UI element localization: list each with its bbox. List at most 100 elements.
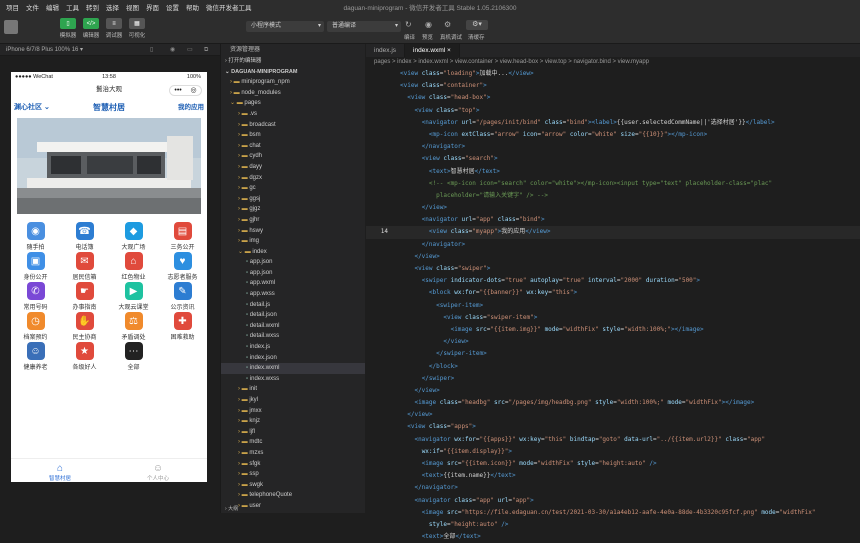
code-line[interactable]: <image src="{{item.img}}" mode="widthFix… (366, 324, 860, 336)
menu-item[interactable]: 项目 (6, 2, 19, 12)
file-item[interactable]: ▫ detail.json (221, 310, 365, 321)
folder-item[interactable]: › ▬ node_modules (221, 88, 365, 99)
code-line[interactable]: <text>全部</text> (366, 531, 860, 543)
real-debug-button[interactable]: 真机调试 (440, 33, 462, 41)
folder-item[interactable]: › ▬ ggsj (221, 194, 365, 205)
code-line[interactable]: <text>{{item.name}}</text> (366, 470, 860, 482)
folder-item[interactable]: ⌄ ▬ pages (221, 98, 365, 109)
visual-button[interactable]: ▦ 可视化 (124, 18, 150, 39)
code-line[interactable]: <navigator wx:for="{{apps}}" wx:key="thi… (366, 434, 860, 446)
folder-item[interactable]: › ▬ gjgz (221, 204, 365, 215)
code-line[interactable]: <swiper-item> (366, 300, 860, 312)
folder-item[interactable]: › ▬ sfgk (221, 459, 365, 470)
folder-item[interactable]: › ▬ swgk (221, 480, 365, 491)
record-icon[interactable]: ◉ (170, 44, 175, 56)
code-line[interactable]: </view> (366, 251, 860, 263)
folder-item[interactable]: ⌄ ▬ index (221, 247, 365, 258)
file-item[interactable]: ▫ index.wxss (221, 374, 365, 385)
folder-item[interactable]: › ▬ .vs (221, 109, 365, 120)
avatar[interactable] (4, 20, 18, 34)
file-item[interactable]: ▫ detail.wxml (221, 321, 365, 332)
app-tile[interactable]: ⚖ 矛盾调处 (109, 312, 158, 342)
folder-item[interactable]: › ▬ broadcast (221, 120, 365, 131)
app-tile[interactable]: ☛ 办事指南 (60, 282, 109, 312)
banner-image[interactable] (17, 118, 201, 214)
clear-cache-button[interactable]: 清缓存 (468, 33, 485, 41)
outline-section[interactable]: › 大纲 (221, 506, 238, 513)
code-line[interactable]: </navigator> (366, 141, 860, 153)
refresh-icon[interactable]: ↻ (405, 20, 412, 29)
menu-item[interactable]: 设置 (166, 2, 179, 12)
file-item[interactable]: ▫ app.json (221, 268, 365, 279)
code-line[interactable]: </swiper-item> (366, 348, 860, 360)
code-line[interactable]: </navigator> (366, 482, 860, 494)
file-item[interactable]: ▫ index.js (221, 342, 365, 353)
folder-item[interactable]: › ▬ bsm (221, 130, 365, 141)
menu-item[interactable]: 转到 (86, 2, 99, 12)
app-tile[interactable]: ✋ 民主协商 (60, 312, 109, 342)
code-line[interactable]: <navigator class="app" url="app"> (366, 495, 860, 507)
folder-item[interactable]: › ▬ gc (221, 183, 365, 194)
popout-icon[interactable]: ⧉ (204, 44, 208, 56)
folder-item[interactable]: › ▬ ssp (221, 469, 365, 480)
app-tile[interactable]: ▣ 身份公开 (11, 252, 60, 282)
close-icon[interactable]: × (445, 47, 451, 54)
code-line[interactable]: </swiper> (366, 373, 860, 385)
folder-item[interactable]: › ▬ cydh (221, 151, 365, 162)
folder-item[interactable]: › ▬ telephoneQuote (221, 490, 365, 501)
folder-item[interactable]: › ▬ miniprogram_npm (221, 77, 365, 88)
app-tile[interactable]: ✆ 常用号码 (11, 282, 60, 312)
menu-item[interactable]: 视图 (126, 2, 139, 12)
device-select[interactable]: iPhone 6/7/8 Plus 100% 16 ▾ (6, 47, 83, 53)
app-tile[interactable]: ▶ 大观云课堂 (109, 282, 158, 312)
app-tile[interactable]: ▤ 三务公开 (158, 222, 207, 252)
code-line[interactable]: style="height:auto" /> (366, 519, 860, 531)
code-line[interactable]: <view class="swiper"> (366, 263, 860, 275)
app-tile[interactable]: ✚ 困难救助 (158, 312, 207, 342)
app-tile[interactable]: ⋯ 全部 (109, 342, 158, 372)
app-tile[interactable]: ◉ 随手拍 (11, 222, 60, 252)
code-line[interactable]: </block> (366, 361, 860, 373)
window-icon[interactable]: ▭ (187, 44, 193, 56)
code-line[interactable]: wx:if="{{item.display}}"> (366, 446, 860, 458)
phone-rotate-icon[interactable]: ▯ (150, 44, 153, 56)
code-line[interactable]: <view class="swiper-item"> (366, 312, 860, 324)
folder-item[interactable]: › ▬ mdtc (221, 437, 365, 448)
app-tile[interactable]: ☎ 电话簿 (60, 222, 109, 252)
open-editors-section[interactable]: › 打开的编辑器 (221, 56, 365, 67)
code-area[interactable]: <view class="loading">加载中...</view> <view… (366, 68, 860, 543)
folder-item[interactable]: › ▬ ljfl (221, 427, 365, 438)
folder-item[interactable]: › ▬ hswy (221, 226, 365, 237)
code-line[interactable]: 14 <view class="myapp">我的应用</view> (366, 226, 860, 239)
app-tile[interactable]: ◷ 档案预约 (11, 312, 60, 342)
file-item[interactable]: ▫ index.wxml (221, 363, 365, 374)
project-section[interactable]: ⌄ DAGUAN-MINIPROGRAM (221, 67, 365, 78)
menu-item[interactable]: 工具 (66, 2, 79, 12)
compile-button[interactable]: 编译 (404, 33, 415, 41)
file-item[interactable]: ▫ index.json (221, 353, 365, 364)
app-tile[interactable]: ⌂ 红色物业 (109, 252, 158, 282)
preview-button[interactable]: 预览 (422, 33, 433, 41)
code-line[interactable]: <navigator url="/pages/init/bind" class=… (366, 117, 860, 129)
code-line[interactable]: <view class="container"> (366, 80, 860, 92)
tab-home[interactable]: ⌂ 智慧村居 (11, 459, 109, 482)
code-line[interactable]: <image class="headbg" src="/pages/img/he… (366, 397, 860, 409)
code-line[interactable]: <navigator url="app" class="bind"> (366, 214, 860, 226)
code-line[interactable]: </view> (366, 385, 860, 397)
app-tile[interactable]: ☺ 健康养老 (11, 342, 60, 372)
code-line[interactable]: <text>智慧村居</text> (366, 166, 860, 178)
file-item[interactable]: ▫ app.wxml (221, 278, 365, 289)
folder-item[interactable]: › ▬ dgzx (221, 173, 365, 184)
app-tile[interactable]: ◆ 大观广场 (109, 222, 158, 252)
code-line[interactable]: <image src="{{item.icon}}" mode="widthFi… (366, 458, 860, 470)
tab-me[interactable]: ☺ 个人中心 (109, 459, 207, 482)
file-item[interactable]: ▫ app.wxss (221, 289, 365, 300)
code-line[interactable]: <view class="top"> (366, 105, 860, 117)
app-tile[interactable]: ✎ 公示资讯 (158, 282, 207, 312)
file-item[interactable]: ▫ app.json (221, 257, 365, 268)
folder-item[interactable]: › ▬ knjz (221, 416, 365, 427)
close-circle-icon[interactable]: ◎ (191, 86, 197, 95)
folder-item[interactable]: › ▬ gjhr (221, 215, 365, 226)
community-select[interactable]: 渊心社区 ⌄ (14, 98, 50, 118)
code-line[interactable]: <swiper indicator-dots="true" autoplay="… (366, 275, 860, 287)
